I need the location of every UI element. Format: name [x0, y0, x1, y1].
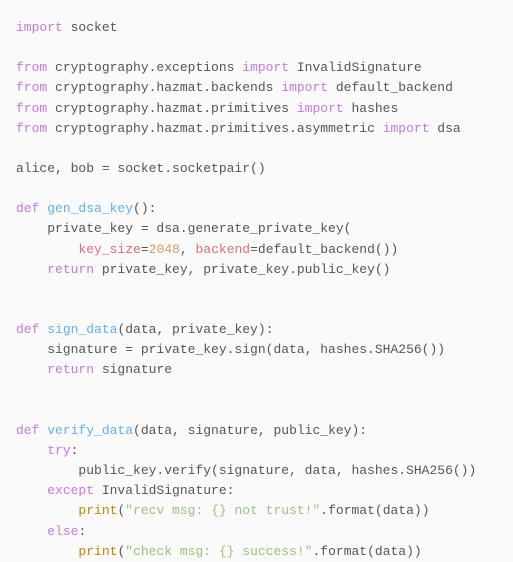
code-token: def: [16, 322, 47, 337]
code-token: ():: [133, 201, 156, 216]
code-token: "recv msg: {} not trust!": [125, 503, 320, 518]
code-token: [16, 443, 47, 458]
code-line: signature = private_key.sign(data, hashe…: [16, 340, 497, 360]
code-token: from: [16, 80, 47, 95]
code-token: [16, 544, 78, 559]
code-token: .format(data)): [312, 544, 421, 559]
code-token: verify_data: [47, 423, 133, 438]
code-token: .format(data)): [320, 503, 429, 518]
code-token: 2048: [149, 242, 180, 257]
code-token: from: [16, 60, 47, 75]
code-token: import: [16, 20, 63, 35]
code-line: else:: [16, 522, 497, 542]
code-token: private_key, private_key.public_key(): [94, 262, 390, 277]
code-token: [16, 362, 47, 377]
code-line: public_key.verify(signature, data, hashe…: [16, 461, 497, 481]
code-token: cryptography.hazmat.primitives: [47, 101, 297, 116]
code-token: [16, 503, 78, 518]
code-line: alice, bob = socket.socketpair(): [16, 159, 497, 179]
code-token: from: [16, 101, 47, 116]
code-token: =: [141, 242, 149, 257]
code-line: def sign_data(data, private_key):: [16, 320, 497, 340]
code-line: from cryptography.exceptions import Inva…: [16, 58, 497, 78]
code-token: [16, 262, 47, 277]
code-token: except: [47, 483, 94, 498]
code-token: import: [383, 121, 430, 136]
code-line: try:: [16, 441, 497, 461]
code-line: key_size=2048, backend=default_backend()…: [16, 240, 497, 260]
code-token: cryptography.hazmat.backends: [47, 80, 281, 95]
code-token: [16, 483, 47, 498]
code-token: dsa: [430, 121, 461, 136]
code-line: from cryptography.hazmat.primitives.asym…: [16, 119, 497, 139]
code-token: return: [47, 362, 94, 377]
code-line: [16, 280, 497, 300]
code-token: def: [16, 423, 47, 438]
code-token: (: [117, 544, 125, 559]
code-token: print: [78, 544, 117, 559]
code-line: import socket: [16, 18, 497, 38]
code-token: :: [71, 443, 79, 458]
code-token: InvalidSignature:: [94, 483, 234, 498]
code-line: [16, 300, 497, 320]
code-token: sign_data: [47, 322, 117, 337]
code-token: ,: [180, 242, 196, 257]
code-token: (data, signature, public_key):: [133, 423, 367, 438]
code-token: gen_dsa_key: [47, 201, 133, 216]
code-line: from cryptography.hazmat.backends import…: [16, 78, 497, 98]
code-line: except InvalidSignature:: [16, 481, 497, 501]
code-token: import: [281, 80, 328, 95]
code-token: backend: [195, 242, 250, 257]
code-token: key_size: [78, 242, 140, 257]
code-line: from cryptography.hazmat.primitives impo…: [16, 99, 497, 119]
code-token: public_key.verify(signature, data, hashe…: [16, 463, 476, 478]
code-line: print("check msg: {} success!".format(da…: [16, 542, 497, 562]
code-token: print: [78, 503, 117, 518]
code-token: (data, private_key):: [117, 322, 273, 337]
code-token: [16, 524, 47, 539]
code-token: default_backend: [328, 80, 453, 95]
code-token: def: [16, 201, 47, 216]
code-block: import socket from cryptography.exceptio…: [16, 18, 497, 562]
code-token: InvalidSignature: [289, 60, 422, 75]
code-token: :: [78, 524, 86, 539]
code-token: return: [47, 262, 94, 277]
code-token: import: [297, 101, 344, 116]
code-token: try: [47, 443, 70, 458]
code-token: signature = private_key.sign(data, hashe…: [16, 342, 445, 357]
code-line: [16, 139, 497, 159]
code-token: from: [16, 121, 47, 136]
code-token: socket: [63, 20, 118, 35]
code-token: import: [242, 60, 289, 75]
code-line: [16, 38, 497, 58]
code-line: [16, 179, 497, 199]
code-line: return signature: [16, 360, 497, 380]
code-token: =default_backend()): [250, 242, 398, 257]
code-line: print("recv msg: {} not trust!".format(d…: [16, 501, 497, 521]
code-line: return private_key, private_key.public_k…: [16, 260, 497, 280]
code-token: alice, bob = socket.socketpair(): [16, 161, 266, 176]
code-line: def gen_dsa_key():: [16, 199, 497, 219]
code-token: hashes: [344, 101, 399, 116]
code-line: [16, 381, 497, 401]
code-token: [16, 242, 78, 257]
code-line: def verify_data(data, signature, public_…: [16, 421, 497, 441]
code-token: cryptography.exceptions: [47, 60, 242, 75]
code-line: [16, 401, 497, 421]
code-line: private_key = dsa.generate_private_key(: [16, 219, 497, 239]
code-token: else: [47, 524, 78, 539]
code-token: "check msg: {} success!": [125, 544, 312, 559]
code-token: cryptography.hazmat.primitives.asymmetri…: [47, 121, 382, 136]
code-token: private_key = dsa.generate_private_key(: [16, 221, 351, 236]
code-token: signature: [94, 362, 172, 377]
